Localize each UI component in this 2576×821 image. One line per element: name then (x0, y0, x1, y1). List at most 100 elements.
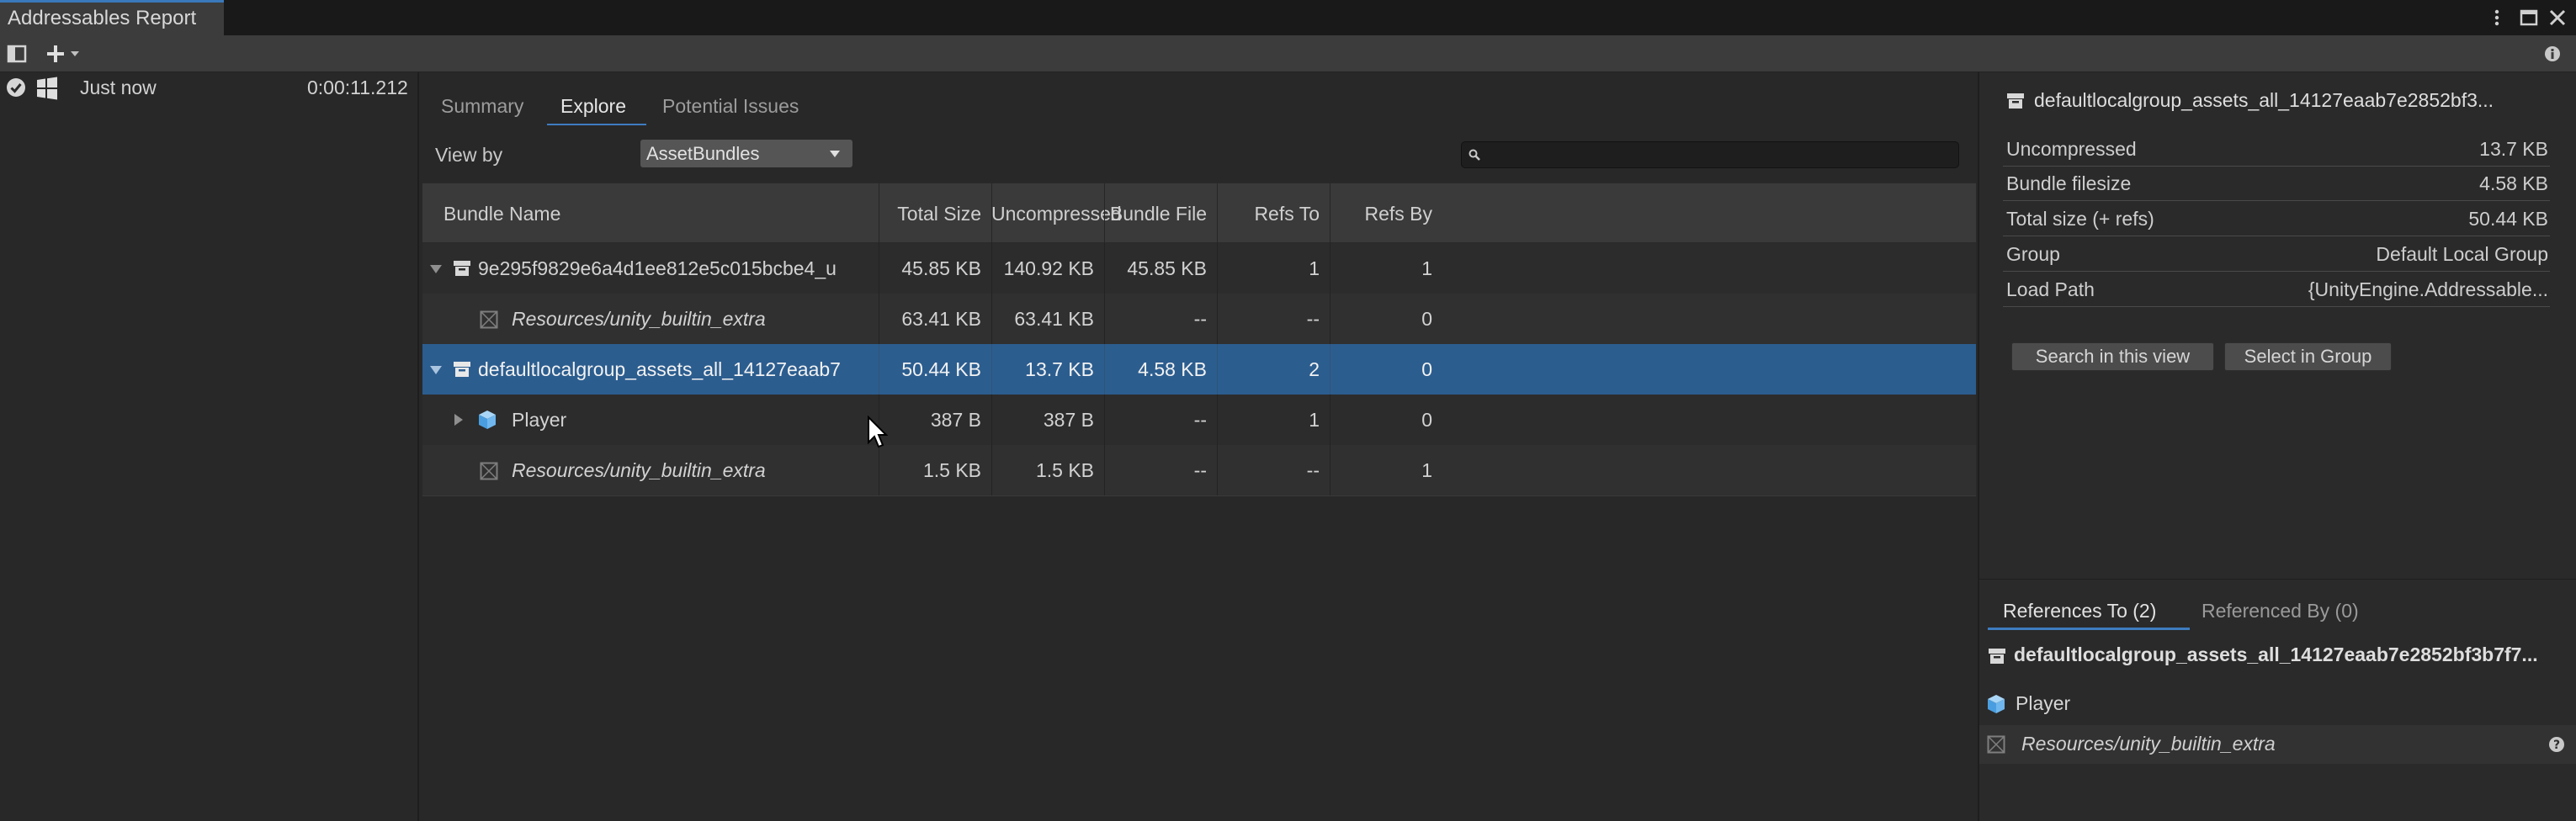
active-tab-indicator (547, 124, 646, 125)
divider (1979, 579, 2576, 580)
table-row[interactable]: Player 387 B 387 B -- 1 0 (422, 395, 1976, 445)
select-in-group-button[interactable]: Select in Group (2224, 342, 2392, 371)
help-icon: ? (2549, 737, 2564, 752)
uncompressed-size-cell: 13.7 KB (1025, 358, 1094, 380)
bundle-file-size-cell: -- (1193, 459, 1207, 481)
report-duration: 0:00:11.212 (307, 77, 408, 98)
divider (2003, 200, 2550, 201)
asset-name: Player (512, 409, 567, 431)
table-row[interactable]: Resources/unity_builtin_extra 63.41 KB 6… (422, 294, 1976, 344)
windows-platform-icon (35, 77, 59, 100)
reference-root-bundle[interactable]: defaultlocalgroup_assets_all_14127eaab7e… (2014, 644, 2538, 666)
collapsed-arrow-icon (454, 414, 463, 426)
tab-potential-issues[interactable]: Potential Issues (662, 89, 799, 123)
bundle-file-size-cell: 4.58 KB (1138, 358, 1207, 380)
asset-name: Resources/unity_builtin_extra (512, 459, 766, 481)
tab-explore[interactable]: Explore (560, 89, 626, 123)
detail-value: 13.7 KB (2479, 138, 2548, 160)
prefab-cube-icon (479, 410, 496, 429)
bundle-icon (1989, 649, 2005, 664)
builtin-resource-icon (480, 462, 498, 480)
add-icon (47, 45, 79, 62)
search-in-this-view-button[interactable]: Search in this view (2011, 342, 2214, 371)
bundle-icon (454, 261, 470, 276)
col-uncompressed-size[interactable]: Uncompressed Size (991, 183, 1122, 285)
detail-key: Group (2006, 243, 2060, 265)
refs-to-cell: 1 (1309, 409, 1320, 431)
bundle-file-size-cell: -- (1193, 409, 1207, 431)
bundle-file-size-cell: -- (1193, 308, 1207, 330)
uncompressed-size-cell: 387 B (1043, 409, 1094, 431)
uncompressed-size-cell: 63.41 KB (1014, 308, 1094, 330)
bundle-name: defaultlocalgroup_assets_all_14127eaab7 (478, 358, 841, 380)
view-by-value: AssetBundles (646, 143, 760, 164)
divider (2003, 271, 2550, 272)
toolbar (0, 35, 2576, 72)
uncompressed-size-cell: 140.92 KB (1003, 257, 1094, 279)
prefab-cube-icon (1988, 695, 2005, 713)
builtin-resource-icon (480, 310, 498, 329)
refs-by-cell: 0 (1421, 358, 1432, 380)
chevron-down-icon (830, 151, 840, 157)
divider (2003, 306, 2550, 307)
reference-label: Player (2016, 692, 2071, 714)
tab-summary[interactable]: Summary (441, 89, 523, 123)
table-header: Bundle Name Total Size (+ refs) Uncompre… (422, 183, 1976, 285)
detail-value: 4.58 KB (2479, 172, 2548, 194)
detail-value: 50.44 KB (2468, 208, 2548, 230)
refs-by-cell: 1 (1421, 459, 1432, 481)
detail-key: Bundle filesize (2006, 172, 2132, 194)
close-icon[interactable] (2547, 8, 2568, 28)
col-refs-to[interactable]: Refs To (1217, 183, 1330, 244)
window-title-bar: Addressables Report (0, 0, 2576, 35)
col-refs-by[interactable]: Refs By (1330, 183, 1442, 244)
table-row-selected[interactable]: defaultlocalgroup_assets_all_14127eaab7 … (422, 344, 1976, 395)
tab-references-to[interactable]: References To (2) (2003, 594, 2156, 628)
bundle-icon (454, 362, 470, 377)
svg-text:?: ? (2553, 739, 2560, 752)
add-report-dropdown[interactable] (44, 42, 84, 66)
refs-to-cell: 1 (1309, 257, 1320, 279)
mouse-cursor-icon (868, 416, 889, 448)
details-title: defaultlocalgroup_assets_all_14127eaab7e… (2034, 89, 2494, 111)
total-size-cell: 50.44 KB (901, 358, 981, 380)
total-size-cell: 1.5 KB (922, 459, 981, 481)
col-total-size[interactable]: Total Size (+ refs) (879, 183, 991, 285)
more-options-icon[interactable] (2487, 8, 2507, 28)
info-icon[interactable] (2544, 45, 2561, 62)
refs-to-cell: 2 (1309, 358, 1320, 380)
uncompressed-size-cell: 1.5 KB (1035, 459, 1094, 481)
reference-item[interactable]: Player (1979, 685, 2576, 723)
builtin-resource-icon (1987, 735, 2005, 754)
reference-label: Resources/unity_builtin_extra (2021, 733, 2276, 755)
view-by-dropdown[interactable]: AssetBundles (640, 140, 852, 167)
refs-by-cell: 0 (1421, 308, 1432, 330)
divider (2003, 166, 2550, 167)
detail-key: Load Path (2006, 278, 2095, 300)
col-bundle-name[interactable]: Bundle Name (422, 183, 879, 244)
tab-referenced-by[interactable]: Referenced By (0) (2202, 594, 2359, 628)
expanded-arrow-icon (430, 366, 442, 374)
search-input[interactable] (1461, 141, 1959, 168)
maximize-icon[interactable] (2519, 8, 2539, 28)
detail-value: Default Local Group (2376, 243, 2548, 265)
window-title: Addressables Report (8, 7, 197, 29)
toggle-sidebar-icon[interactable] (7, 44, 27, 64)
detail-key: Total size (+ refs) (2006, 208, 2154, 230)
detail-value: {UnityEngine.Addressable... (2308, 278, 2548, 300)
reference-item[interactable]: Resources/unity_builtin_extra ? (1979, 725, 2576, 764)
view-by-label: View by (435, 144, 503, 166)
report-time-label: Just now (80, 77, 157, 98)
table-row[interactable]: 9e295f9829e6a4d1ee812e5c015bcbe4_u 45.85… (422, 243, 1976, 294)
col-bundle-file-size[interactable]: Bundle File Size (1104, 183, 1217, 285)
report-list-pane (0, 72, 419, 821)
total-size-cell: 387 B (930, 409, 981, 431)
bundle-file-size-cell: 45.85 KB (1127, 257, 1207, 279)
table-row[interactable]: Resources/unity_builtin_extra 1.5 KB 1.5… (422, 445, 1976, 496)
total-size-cell: 63.41 KB (901, 308, 981, 330)
refs-by-cell: 1 (1421, 257, 1432, 279)
window-tab[interactable]: Addressables Report (0, 0, 224, 35)
report-list-item[interactable]: Just now 0:00:11.212 (0, 73, 417, 103)
check-circle-icon (6, 77, 26, 98)
refs-to-cell: -- (1306, 459, 1320, 481)
